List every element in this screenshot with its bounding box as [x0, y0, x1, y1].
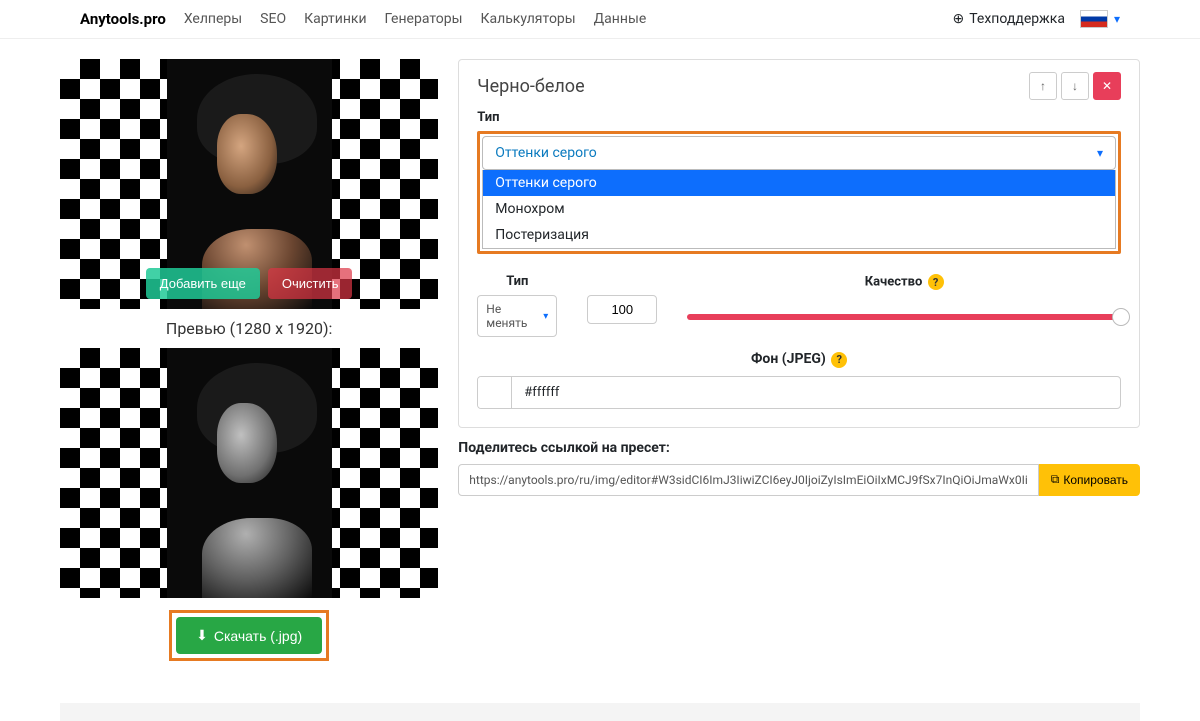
- nav-images[interactable]: Картинки: [304, 11, 366, 27]
- close-icon: ✕: [1102, 79, 1112, 93]
- download-label: Скачать (.jpg): [214, 628, 302, 644]
- move-down-button[interactable]: ↓: [1061, 72, 1089, 100]
- globe-icon: ⊕: [952, 11, 964, 27]
- type-option-posterize[interactable]: Постеризация: [483, 222, 1115, 248]
- share-label: Поделитесь ссылкой на пресет:: [458, 440, 1140, 456]
- nav-seo[interactable]: SEO: [260, 11, 286, 27]
- chevron-down-icon: ▾: [543, 311, 548, 322]
- download-icon: ⬇: [196, 627, 208, 644]
- chevron-down-icon: ▾: [1097, 146, 1103, 160]
- arrow-down-icon: ↓: [1072, 79, 1078, 93]
- brand[interactable]: Anytools.pro: [80, 10, 166, 28]
- top-nav: Anytools.pro Хелперы SEO Картинки Генера…: [0, 0, 1200, 39]
- quality-label: Качество ?: [687, 274, 1121, 290]
- source-image-area: Добавить еще Очистить: [60, 59, 438, 309]
- preview-image-area: [60, 348, 438, 598]
- quality-slider[interactable]: [687, 296, 1121, 337]
- chevron-down-icon: ▾: [1114, 12, 1120, 26]
- support-label: Техподдержка: [969, 11, 1065, 27]
- panel-title: Черно-белое: [477, 76, 1025, 97]
- type-select[interactable]: Оттенки серого ▾: [482, 136, 1116, 170]
- type-option-grayscale[interactable]: Оттенки серого: [483, 170, 1115, 196]
- help-icon[interactable]: ?: [928, 274, 944, 290]
- flag-ru-icon: [1080, 10, 1108, 28]
- share-url-input[interactable]: https://anytools.pro/ru/img/editor#W3sid…: [458, 464, 1039, 496]
- type-select-value: Оттенки серого: [495, 145, 1097, 161]
- support-link[interactable]: ⊕ Техподдержка: [952, 11, 1064, 27]
- type-select-highlight: Оттенки серого ▾ Оттенки серого Монохром…: [477, 131, 1121, 254]
- color-swatch[interactable]: [478, 377, 512, 408]
- download-button[interactable]: ⬇ Скачать (.jpg): [176, 617, 322, 654]
- format-type-select[interactable]: Не менять ▾: [477, 295, 557, 337]
- bg-color-value: #ffffff: [512, 377, 1120, 408]
- nav-generators[interactable]: Генераторы: [385, 11, 463, 27]
- add-more-button[interactable]: Добавить еще: [146, 268, 260, 299]
- clear-button[interactable]: Очистить: [268, 268, 353, 299]
- nav-data[interactable]: Данные: [594, 11, 647, 27]
- type-dropdown: Оттенки серого Монохром Постеризация: [482, 170, 1116, 249]
- nav-calculators[interactable]: Калькуляторы: [481, 11, 576, 27]
- copy-label: Копировать: [1063, 473, 1128, 487]
- footer-bar: [60, 703, 1140, 721]
- download-highlight: ⬇ Скачать (.jpg): [169, 610, 329, 661]
- bg-color-input[interactable]: #ffffff: [477, 376, 1121, 409]
- close-panel-button[interactable]: ✕: [1093, 72, 1121, 100]
- format-type-value: Не менять: [486, 302, 537, 330]
- type-option-monochrome[interactable]: Монохром: [483, 196, 1115, 222]
- type-label: Тип: [477, 110, 1121, 125]
- move-up-button[interactable]: ↑: [1029, 72, 1057, 100]
- arrow-up-icon: ↑: [1040, 79, 1046, 93]
- format-type-label: Тип: [477, 274, 557, 289]
- preview-image: [167, 348, 332, 598]
- quality-input[interactable]: [587, 295, 657, 324]
- filter-panel: Черно-белое ↑ ↓ ✕ Тип Оттенки серого ▾ О…: [458, 59, 1140, 428]
- language-selector[interactable]: ▾: [1080, 10, 1120, 28]
- nav-helpers[interactable]: Хелперы: [184, 11, 242, 27]
- preview-label: Превью (1280 x 1920):: [60, 309, 438, 348]
- copy-button[interactable]: ⧉ Копировать: [1039, 464, 1140, 496]
- slider-thumb[interactable]: [1112, 308, 1130, 326]
- help-icon[interactable]: ?: [831, 352, 847, 368]
- copy-icon: ⧉: [1051, 472, 1060, 487]
- bg-label: Фон (JPEG) ?: [477, 351, 1121, 368]
